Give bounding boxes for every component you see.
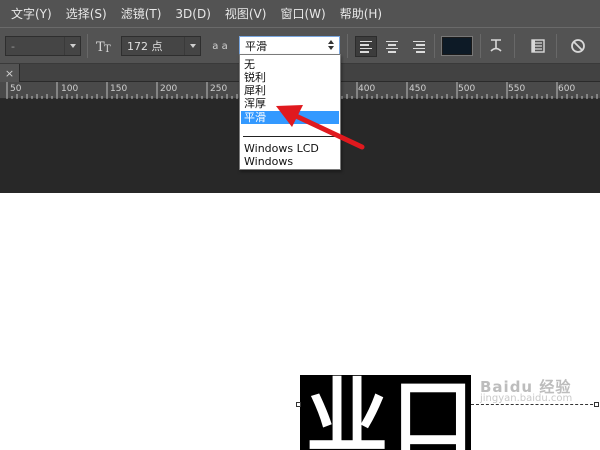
font-size-select[interactable]: 172 点: [121, 36, 201, 56]
ruler-label: 500: [458, 84, 476, 94]
transform-handle[interactable]: [296, 402, 301, 407]
antialias-option-none[interactable]: 无: [241, 58, 339, 71]
ruler-label: 400: [358, 84, 376, 94]
text-layer[interactable]: 业 口: [300, 375, 471, 450]
document-canvas[interactable]: 业 口 Baidu 经验 jingyan.baidu.com: [0, 193, 600, 450]
canvas-glyph: 口: [392, 375, 471, 450]
divider: [87, 34, 88, 58]
divider: [434, 34, 435, 58]
text-orientation-icon[interactable]: TT: [95, 36, 115, 56]
menu-divider: [243, 136, 337, 137]
menu-help[interactable]: 帮助(H): [333, 5, 389, 22]
font-style-select[interactable]: -: [5, 36, 81, 56]
cancel-icon[interactable]: [568, 36, 588, 56]
menu-3d[interactable]: 3D(D): [168, 7, 217, 21]
align-left-icon[interactable]: [355, 36, 377, 57]
ruler-label: 450: [409, 84, 427, 94]
antialias-option-windows[interactable]: Windows: [241, 155, 339, 168]
menu-window[interactable]: 窗口(W): [273, 5, 332, 22]
ruler-label: 100: [61, 84, 79, 94]
close-icon[interactable]: ×: [0, 64, 20, 82]
font-style-value: -: [11, 39, 15, 53]
antialias-option-smooth[interactable]: 平滑: [241, 111, 339, 124]
divider: [480, 34, 481, 58]
align-center-icon[interactable]: [381, 36, 403, 57]
ruler-label: 150: [110, 84, 128, 94]
antialias-option-windows-lcd[interactable]: Windows LCD: [241, 142, 339, 155]
antialias-option-crisp[interactable]: 犀利: [241, 84, 339, 97]
character-panel-icon[interactable]: [528, 36, 548, 56]
align-right-icon[interactable]: [407, 36, 429, 57]
antialias-dropdown-list: 无 锐利 犀利 浑厚 平滑 Windows LCD Windows: [239, 54, 341, 170]
menu-type[interactable]: 文字(Y): [4, 5, 59, 22]
warp-text-icon[interactable]: [486, 36, 506, 56]
text-color-swatch[interactable]: [441, 36, 473, 56]
ruler-label: 200: [160, 84, 178, 94]
canvas-glyph: 业: [306, 375, 389, 450]
antialias-option-sharp[interactable]: 锐利: [241, 71, 339, 84]
divider: [347, 34, 348, 58]
ruler-label: 600: [558, 84, 576, 94]
menu-filter[interactable]: 滤镜(T): [114, 5, 169, 22]
divider: [514, 34, 515, 58]
antialias-option-strong[interactable]: 浑厚: [241, 97, 339, 110]
antialias-value: 平滑: [245, 40, 267, 53]
menu-bar: 文字(Y) 选择(S) 滤镜(T) 3D(D) 视图(V) 窗口(W) 帮助(H…: [0, 0, 600, 27]
dropdown-caret-icon: [184, 37, 200, 55]
divider: [556, 34, 557, 58]
ruler-label: 50: [10, 84, 22, 94]
svg-text:T: T: [104, 44, 111, 54]
watermark-brand: Baidu 经验: [480, 378, 572, 396]
photoshop-window: 文字(Y) 选择(S) 滤镜(T) 3D(D) 视图(V) 窗口(W) 帮助(H…: [0, 0, 600, 450]
ruler-label: 550: [508, 84, 526, 94]
menu-view[interactable]: 视图(V): [218, 5, 274, 22]
ruler-label: 250: [210, 84, 228, 94]
antialias-select[interactable]: 平滑: [239, 36, 340, 56]
updown-caret-icon: [328, 40, 334, 50]
menu-select[interactable]: 选择(S): [59, 5, 114, 22]
antialias-icon: a a: [212, 40, 228, 52]
transform-handle[interactable]: [594, 402, 599, 407]
dropdown-caret-icon: [64, 37, 80, 55]
font-size-value: 172 点: [127, 40, 163, 53]
watermark: Baidu 经验 jingyan.baidu.com: [480, 378, 573, 405]
watermark-url: jingyan.baidu.com: [480, 393, 573, 404]
